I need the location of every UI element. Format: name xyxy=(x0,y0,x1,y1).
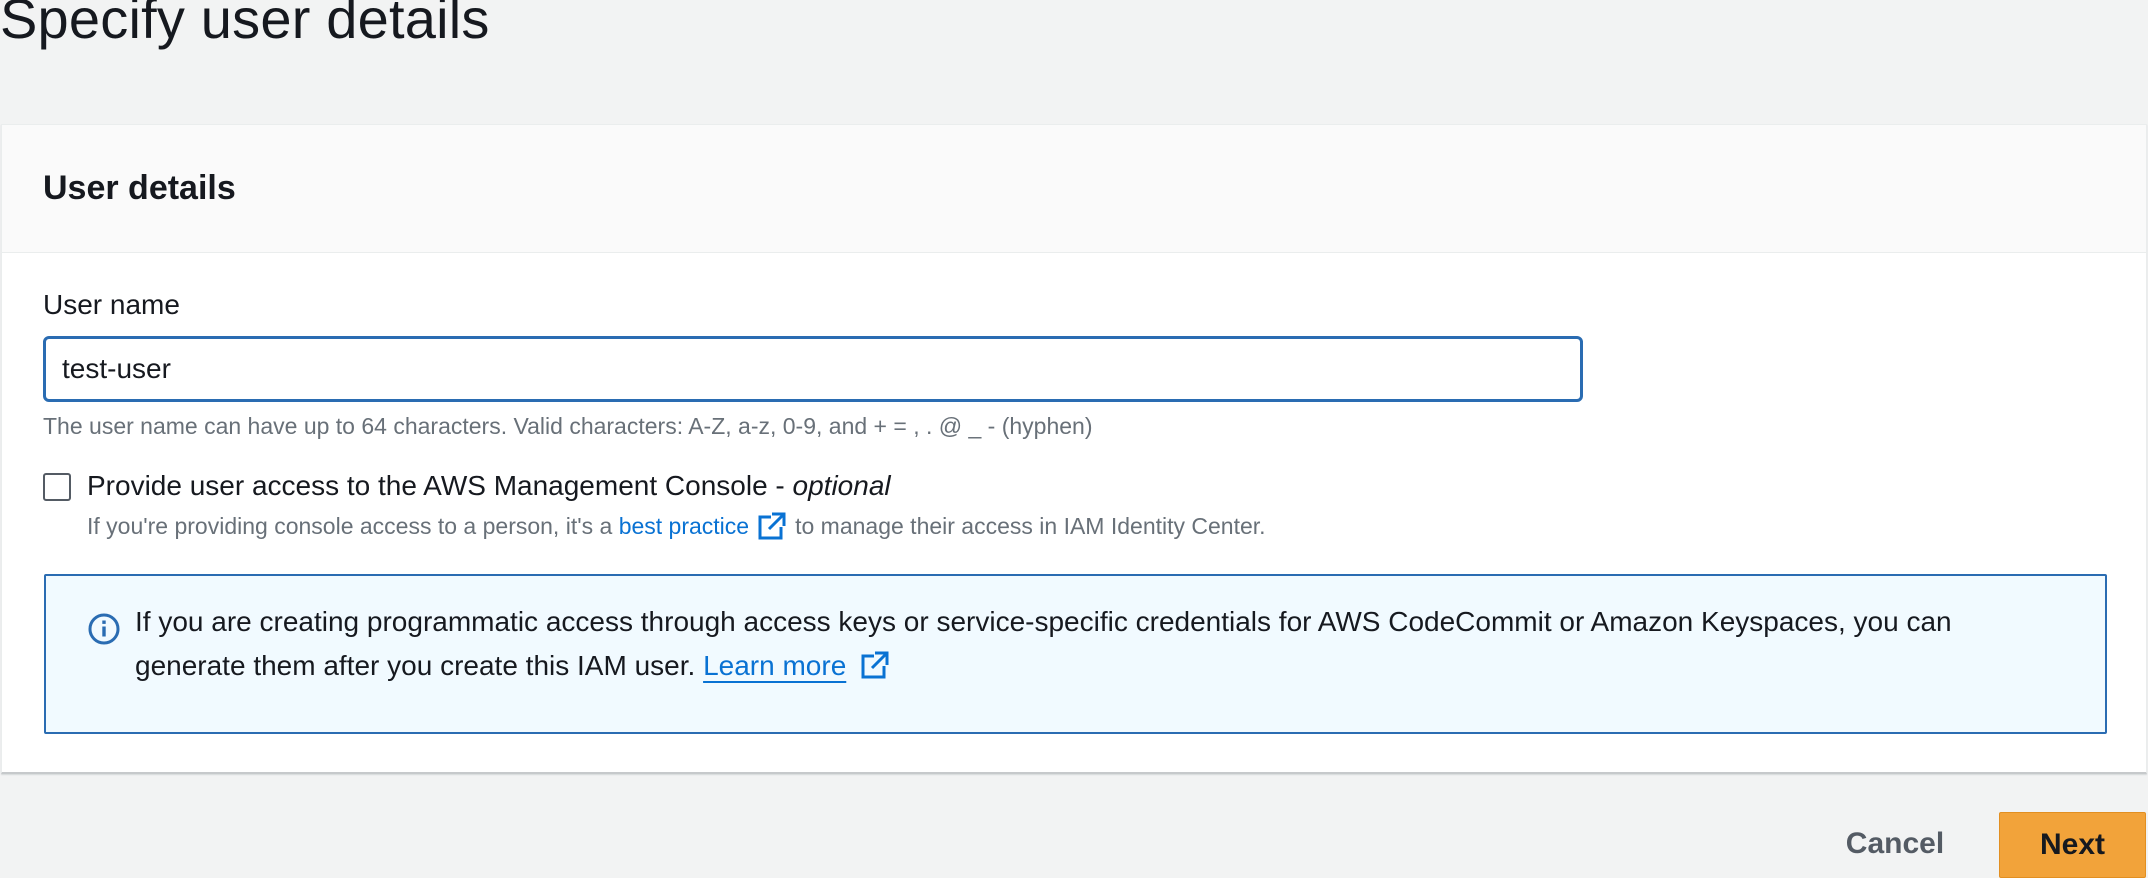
console-desc-before: If you're providing console access to a … xyxy=(87,512,613,539)
user-name-input[interactable] xyxy=(43,336,1583,402)
cancel-button[interactable]: Cancel xyxy=(1822,814,1968,874)
console-access-description: If you're providing console access to a … xyxy=(87,511,1266,541)
console-access-checkbox[interactable] xyxy=(43,473,71,501)
panel-title: User details xyxy=(43,169,236,207)
info-text: If you are creating programmatic access … xyxy=(135,600,2015,688)
user-name-hint: The user name can have up to 64 characte… xyxy=(43,413,1093,439)
next-button[interactable]: Next xyxy=(1999,812,2146,878)
optional-tag: optional xyxy=(792,470,891,501)
best-practice-link[interactable]: best practice xyxy=(619,513,749,540)
info-alert: If you are creating programmatic access … xyxy=(44,574,2107,734)
page-title: Specify user details xyxy=(0,0,490,50)
panel-header: User details xyxy=(2,125,2146,253)
console-access-label[interactable]: Provide user access to the AWS Managemen… xyxy=(87,470,891,502)
external-link-icon[interactable] xyxy=(860,650,890,680)
external-link-icon[interactable] xyxy=(757,511,787,541)
user-details-panel: User details User name The user name can… xyxy=(1,124,2147,774)
console-access-label-text: Provide user access to the AWS Managemen… xyxy=(87,470,793,501)
info-message: If you are creating programmatic access … xyxy=(135,606,1952,681)
console-desc-after: to manage their access in IAM Identity C… xyxy=(795,512,1266,539)
info-icon xyxy=(88,613,120,645)
learn-more-link[interactable]: Learn more xyxy=(703,650,846,681)
user-name-label: User name xyxy=(43,289,180,320)
